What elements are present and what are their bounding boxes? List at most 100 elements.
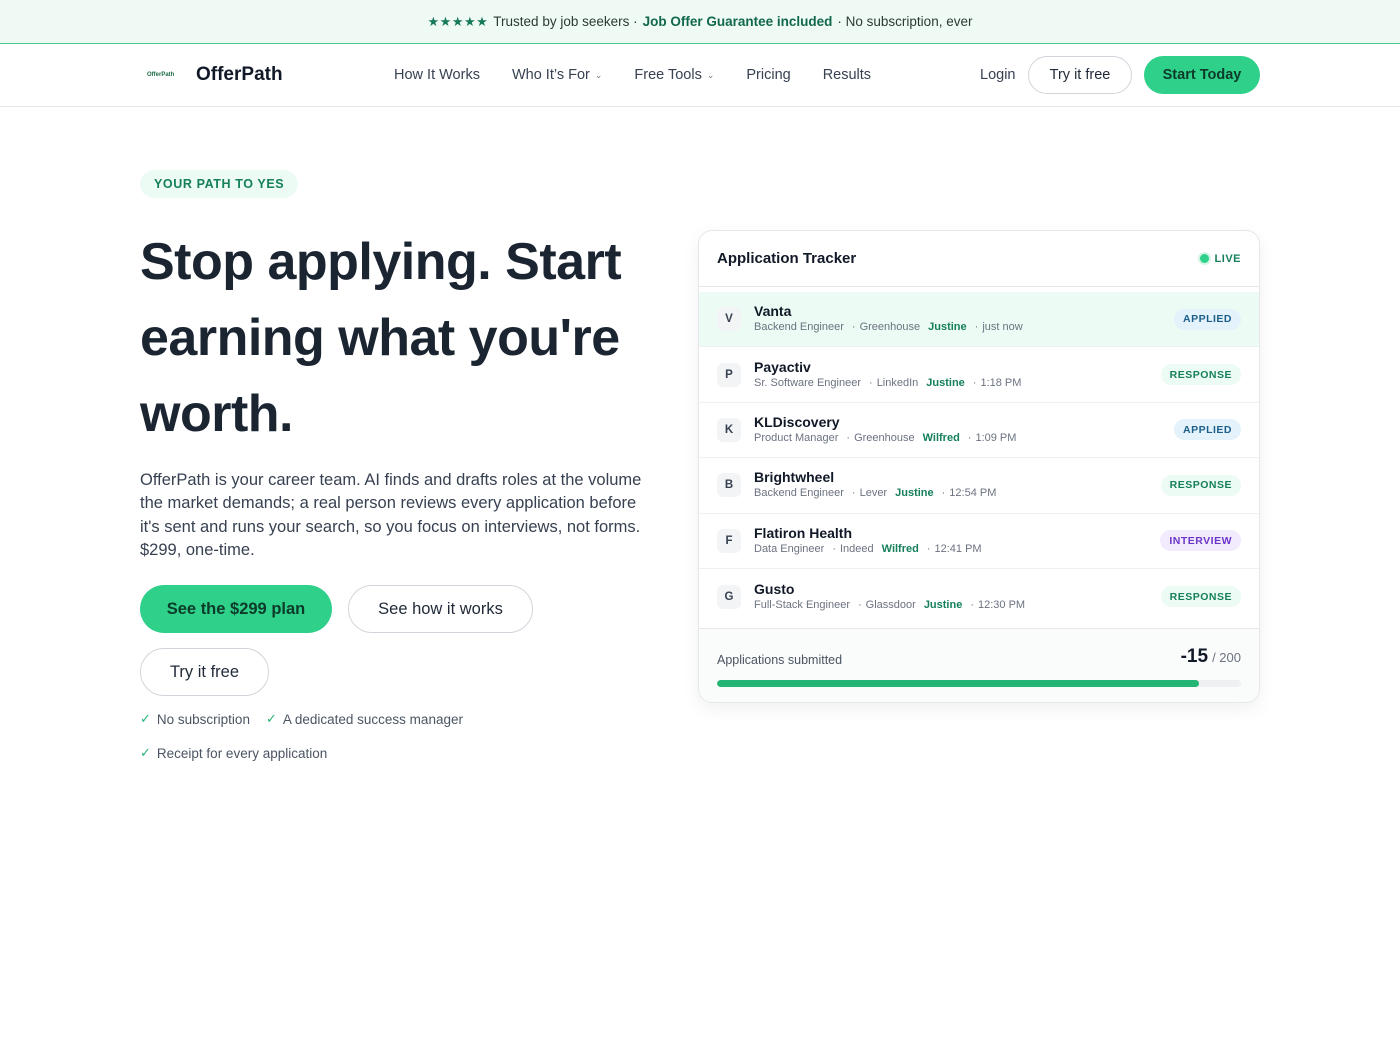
time: 12:54 PM — [949, 487, 997, 500]
status-badge: INTERVIEW — [1160, 530, 1241, 552]
time: 12:41 PM — [934, 542, 982, 555]
login-link[interactable]: Login — [980, 44, 1015, 106]
benefit-label: Receipt for every application — [156, 745, 328, 761]
nav-link-free-tools[interactable]: Free Tools ⌄ — [634, 67, 714, 83]
role: Product Manager — [754, 431, 839, 444]
row-meta: Full-Stack Engineer · Glassdoor Justine · 12:… — [754, 598, 1161, 613]
role: Sr. Software Engineer — [754, 376, 862, 389]
nav-link-results[interactable]: Results — [823, 67, 871, 83]
row-text: KLDiscovery Product Manager · Greenhouse Wil… — [754, 414, 1174, 446]
separator: · — [926, 542, 931, 555]
row-meta: Sr. Software Engineer · LinkedIn Justine · 1:… — [754, 376, 1161, 391]
company-name: Vanta — [754, 303, 792, 320]
separator: · — [941, 487, 946, 500]
status-badge: RESPONSE — [1160, 586, 1241, 608]
banner-text-before: Trusted by job seekers · — [493, 14, 638, 29]
company-avatar: P — [717, 362, 741, 387]
tracker-title: Application Tracker — [717, 250, 857, 267]
tracker-row[interactable]: K KLDiscovery Product Manager · Greenhouse Wi… — [699, 403, 1259, 459]
nav-link-label: Free Tools — [634, 67, 702, 83]
owner: Justine — [923, 598, 963, 611]
benefit-item: ✓ A dedicated success manager — [266, 708, 463, 730]
tracker-footer: Applications submitted -15 / 200 — [699, 628, 1259, 702]
company-name: Payactiv — [754, 358, 811, 375]
progress-bar — [717, 680, 1241, 687]
check-icon: ✓ — [140, 745, 151, 760]
hero-try-free-button[interactable]: Try it free — [140, 648, 269, 696]
owner: Justine — [895, 487, 934, 500]
logo[interactable]: OfferPath OfferPath — [147, 44, 283, 106]
tracker-row[interactable]: V Vanta Backend Engineer · Greenhouse Justine… — [699, 292, 1259, 348]
logo-text: OfferPath — [196, 64, 283, 85]
nav-links: How It Works Who It’s For ⌄ Free Tools ⌄ P… — [394, 44, 871, 106]
row-meta: Product Manager · Greenhouse Wilfred · 1:09 P… — [754, 431, 1174, 446]
row-text: Gusto Full-Stack Engineer · Glassdoor Justin… — [754, 581, 1161, 613]
nav-link-label: Results — [822, 67, 872, 83]
owner: Justine — [928, 321, 967, 334]
logo-mark-icon: OfferPath — [147, 72, 175, 78]
tracker-rows: V Vanta Backend Engineer · Greenhouse Justine… — [699, 287, 1259, 624]
separator: · — [832, 542, 836, 555]
try-free-button[interactable]: Try it free — [1028, 56, 1132, 94]
company-avatar: F — [717, 528, 741, 553]
nav-link-pricing[interactable]: Pricing — [746, 67, 790, 83]
row-meta: Data Engineer · Indeed Wilfred · 12:41 PM — [754, 542, 1160, 557]
company-name: KLDiscovery — [754, 413, 840, 430]
benefit-item: ✓ No subscription — [140, 708, 250, 730]
separator: · — [869, 376, 873, 389]
role: Backend Engineer — [754, 321, 844, 334]
applications-total: / 200 — [1212, 650, 1241, 665]
applications-count: -15 / 200 — [1181, 646, 1241, 668]
source: Indeed — [840, 542, 874, 555]
separator: · — [974, 321, 979, 334]
banner-highlight: Job Offer Guarantee included — [642, 14, 833, 29]
status-badge: APPLIED — [1173, 308, 1241, 330]
company-name: Gusto — [754, 580, 795, 597]
tracker-row[interactable]: P Payactiv Sr. Software Engineer · LinkedIn J… — [699, 347, 1259, 403]
applications-submitted-label: Applications submitted — [717, 653, 843, 667]
row-meta: Backend Engineer · Greenhouse Justine · just … — [754, 320, 1174, 335]
company-avatar: K — [717, 417, 741, 442]
benefit-list: ✓ No subscription ✓ A dedicated success ma… — [140, 708, 500, 764]
application-tracker-card: Application Tracker LIVE V Vanta Backend E… — [698, 230, 1260, 703]
live-dot-icon — [1199, 254, 1209, 263]
top-banner: ★★★★★ Trusted by job seekers · Job Offer… — [0, 0, 1400, 44]
see-plan-button[interactable]: See the $299 plan — [140, 585, 332, 633]
row-text: Vanta Backend Engineer · Greenhouse Justine ·… — [754, 303, 1174, 335]
star-rating-icon: ★★★★★ — [427, 13, 489, 29]
status-badge: RESPONSE — [1160, 474, 1241, 496]
role: Backend Engineer — [754, 487, 844, 500]
tracker-row[interactable]: G Gusto Full-Stack Engineer · Glassdoor Justi… — [699, 569, 1259, 624]
applications-count-value: -15 — [1180, 646, 1209, 667]
see-how-it-works-button[interactable]: See how it works — [348, 585, 533, 633]
row-text: Flatiron Health Data Engineer · Indeed Wilfr… — [754, 525, 1160, 557]
live-indicator: LIVE — [1199, 252, 1241, 265]
source: Greenhouse — [859, 321, 921, 334]
tracker-row[interactable]: B Brightwheel Backend Engineer · Lever Justin… — [699, 458, 1259, 514]
chevron-down-icon: ⌄ — [706, 69, 715, 80]
company-name: Flatiron Health — [754, 524, 853, 541]
source: Glassdoor — [865, 598, 916, 611]
time: just now — [982, 321, 1023, 334]
chevron-down-icon: ⌄ — [594, 69, 603, 80]
separator: · — [858, 598, 862, 611]
live-label: LIVE — [1214, 252, 1241, 265]
nav-link-who-its-for[interactable]: Who It’s For ⌄ — [512, 67, 602, 83]
tracker-row[interactable]: F Flatiron Health Data Engineer · Indeed Wilf… — [699, 514, 1259, 569]
tracker-header: Application Tracker LIVE — [699, 231, 1259, 287]
nav-link-label: How It Works — [394, 67, 480, 83]
separator: · — [972, 376, 977, 389]
row-text: Payactiv Sr. Software Engineer · LinkedIn Ju… — [754, 359, 1161, 391]
separator: · — [851, 321, 856, 334]
owner: Justine — [926, 376, 965, 389]
time: 1:09 PM — [975, 431, 1017, 444]
benefit-item: ✓ Receipt for every application — [140, 742, 327, 764]
row-text: Brightwheel Backend Engineer · Lever Justine… — [754, 469, 1161, 501]
start-today-button[interactable]: Start Today — [1144, 56, 1260, 94]
nav-link-label: Pricing — [746, 67, 791, 83]
separator: · — [967, 431, 972, 444]
source: Greenhouse — [854, 431, 915, 444]
role: Data Engineer — [754, 542, 825, 555]
nav-link-how-it-works[interactable]: How It Works — [394, 67, 480, 83]
row-meta: Backend Engineer · Lever Justine · 12:54 PM — [754, 486, 1161, 501]
